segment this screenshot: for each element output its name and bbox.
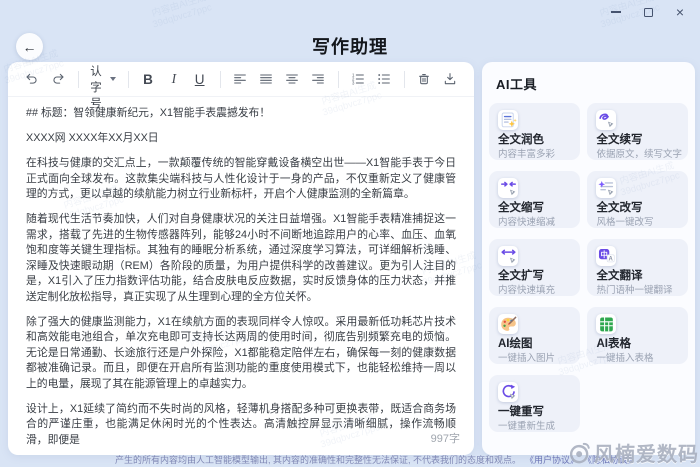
word-count: 997字 [431,430,460,446]
align-justify-button[interactable] [254,67,278,91]
ai-tool-card[interactable]: AI绘图 一键插入图片 [489,307,580,364]
underline-button[interactable]: U [188,67,212,91]
ordered-list-button[interactable] [346,67,370,91]
paragraph: 设计上，X1延续了简约而不失时尚的风格，轻薄机身搭配多种可更换表带，既适合商务场… [26,402,456,449]
paragraph: 除了强大的健康监测能力，X1在续航方面的表现同样令人惊叹。采用最新低功耗芯片技术… [26,315,456,393]
refresh-pen-icon [499,383,518,402]
doc-sparkle-icon [499,111,518,130]
align-justify-icon [258,71,274,87]
window-controls: × [608,4,688,20]
redo-button[interactable] [46,67,70,91]
tool-title: AI表格 [596,338,682,351]
align-right-icon [310,71,326,87]
tool-title: 全文扩写 [498,270,574,283]
tool-title: 全文润色 [498,134,574,147]
ai-tool-card[interactable]: 全文缩写 内容快速缩减 [489,171,580,228]
scribble-pen-icon [597,111,616,130]
ai-tools-grid: 全文润色 内容丰富多彩 全文续写 依据原文，续写文字 全文缩写 内容快速缩减 [489,103,688,432]
translate-icon [597,247,616,266]
paragraph: 在科技与健康的交汇点上，一款颠覆传统的智能穿戴设备横空出世——X1智能手表于今日… [26,156,456,203]
align-left-button[interactable] [228,67,252,91]
ai-tool-card[interactable]: 一键重写 一键重新生成 [489,375,580,432]
undo-icon [24,71,40,87]
tool-description: 内容快速填充 [498,285,574,296]
ai-tool-card[interactable]: AI表格 一键插入表格 [587,307,688,364]
tool-title: 全文缩写 [498,202,574,215]
tool-icon-box [596,110,616,130]
undo-button[interactable] [20,67,44,91]
delete-button[interactable] [412,67,436,91]
maximize-button[interactable] [640,4,656,20]
tool-title: 一键重写 [498,406,574,419]
font-size-dropdown[interactable]: 默认字号 [86,67,119,91]
tool-title: 全文翻译 [596,270,682,283]
paragraph: 随着现代生活节奏加快，人们对自身健康状况的关注日益增强。X1智能手表精准捕捉这一… [26,212,456,305]
minimize-icon [611,11,621,13]
tool-icon-box [498,382,518,402]
paragraph: XXXX网 XXXX年XX月XX日 [26,131,456,147]
tool-icon-box [498,246,518,266]
close-button[interactable]: × [672,4,688,20]
trash-icon [416,71,432,87]
user-agreement-link[interactable]: 《用户协议》 [525,453,579,466]
tool-icon-box [498,178,518,198]
back-button[interactable]: ← [16,33,43,60]
tool-icon-box [596,314,616,334]
align-center-icon [284,71,300,87]
page-title: 写作助理 [0,33,700,59]
ordered-list-icon [350,71,366,87]
doc-star-pen-icon [597,179,616,198]
footer-disclaimer-bar: 产生的所有内容均由人工智能模型输出, 其内容的准确性和完整性无法保证, 不代表我… [0,453,700,466]
ai-tool-card[interactable]: 全文改写 风格一键改写 [587,171,688,228]
bg-ai-watermark: 内容由AI生成39dqbvcz7ppc [148,0,213,30]
chevron-down-icon [110,77,116,81]
palette-icon [499,315,518,334]
paragraph: ## 标题：智领健康新纪元，X1智能手表震撼发布！ [26,106,456,122]
minimize-button[interactable] [608,4,624,20]
redo-icon [50,71,66,87]
ai-tool-card[interactable]: 全文润色 内容丰富多彩 [489,103,580,160]
tool-title: 全文续写 [596,134,682,147]
tool-description: 一键插入表格 [596,353,682,364]
download-icon [442,71,458,87]
unordered-list-button[interactable] [372,67,396,91]
table-icon [597,315,616,334]
maximize-icon [644,8,653,17]
ai-tool-card[interactable]: 全文翻译 热门语种一键翻译 [587,239,688,296]
ai-tool-card[interactable]: 全文扩写 内容快速填充 [489,239,580,296]
tool-description: 一键插入图片 [498,353,574,364]
tool-description: 一键重新生成 [498,421,574,432]
close-icon: × [676,5,684,19]
arrows-outward-pen-icon [499,247,518,266]
ai-tools-title: AI工具 [496,74,688,93]
back-arrow-icon: ← [23,39,37,55]
editor-toolbar: 默认字号 B I U [8,62,474,97]
tool-description: 热门语种一键翻译 [596,285,682,296]
tool-icon-box [596,178,616,198]
disclaimer-text: 产生的所有内容均由人工智能模型输出, 其内容的准确性和完整性无法保证, 不代表我… [115,453,521,466]
tool-title: 全文改写 [596,202,682,215]
ai-tools-panel: AI工具 全文润色 内容丰富多彩 全文续写 依据原文，续写文字 [482,62,695,455]
export-button[interactable] [438,67,462,91]
tool-icon-box [498,110,518,130]
editor-content[interactable]: ## 标题：智领健康新纪元，X1智能手表震撼发布！ XXXX网 XXXX年XX月… [8,97,474,455]
italic-button[interactable]: I [162,67,186,91]
tool-description: 风格一键改写 [596,217,682,228]
privacy-agreement-link[interactable]: 《隐私协议》 [583,453,637,466]
bold-button[interactable]: B [136,67,160,91]
ai-tool-card[interactable]: 全文续写 依据原文，续写文字 [587,103,688,160]
align-center-button[interactable] [280,67,304,91]
unordered-list-icon [376,71,392,87]
tool-description: 依据原文，续写文字 [596,149,682,160]
tool-icon-box [596,246,616,266]
tool-icon-box [498,314,518,334]
editor-card: 默认字号 B I U ## 标题：智领健康新纪元，X1智能手表震撼发布！ XXX… [8,62,474,455]
tool-description: 内容快速缩减 [498,217,574,228]
align-right-button[interactable] [306,67,330,91]
arrows-inward-pen-icon [499,179,518,198]
align-left-icon [232,71,248,87]
tool-description: 内容丰富多彩 [498,149,574,160]
tool-title: AI绘图 [498,338,574,351]
